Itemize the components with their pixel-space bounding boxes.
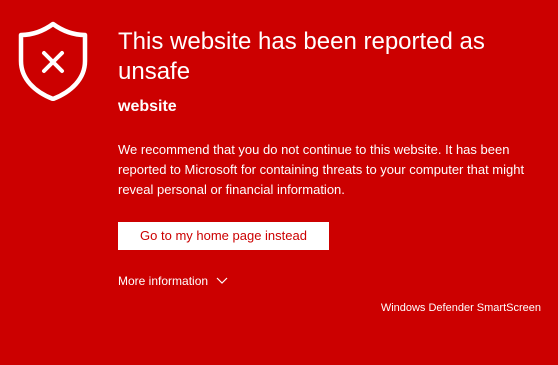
site-name: website: [118, 98, 177, 115]
more-information-label: More information: [118, 274, 209, 288]
shield-x-icon: [18, 21, 88, 101]
go-home-button[interactable]: Go to my home page instead: [118, 222, 329, 250]
chevron-down-icon: [216, 277, 228, 284]
product-brand-label: Windows Defender SmartScreen: [380, 302, 541, 314]
warning-message: We recommend that you do not continue to…: [118, 142, 525, 197]
more-information-toggle[interactable]: More information: [118, 272, 228, 290]
warning-title: This website has been reported as unsafe: [118, 28, 485, 85]
smartscreen-warning-page: This website has been reported as unsafe…: [0, 0, 558, 365]
